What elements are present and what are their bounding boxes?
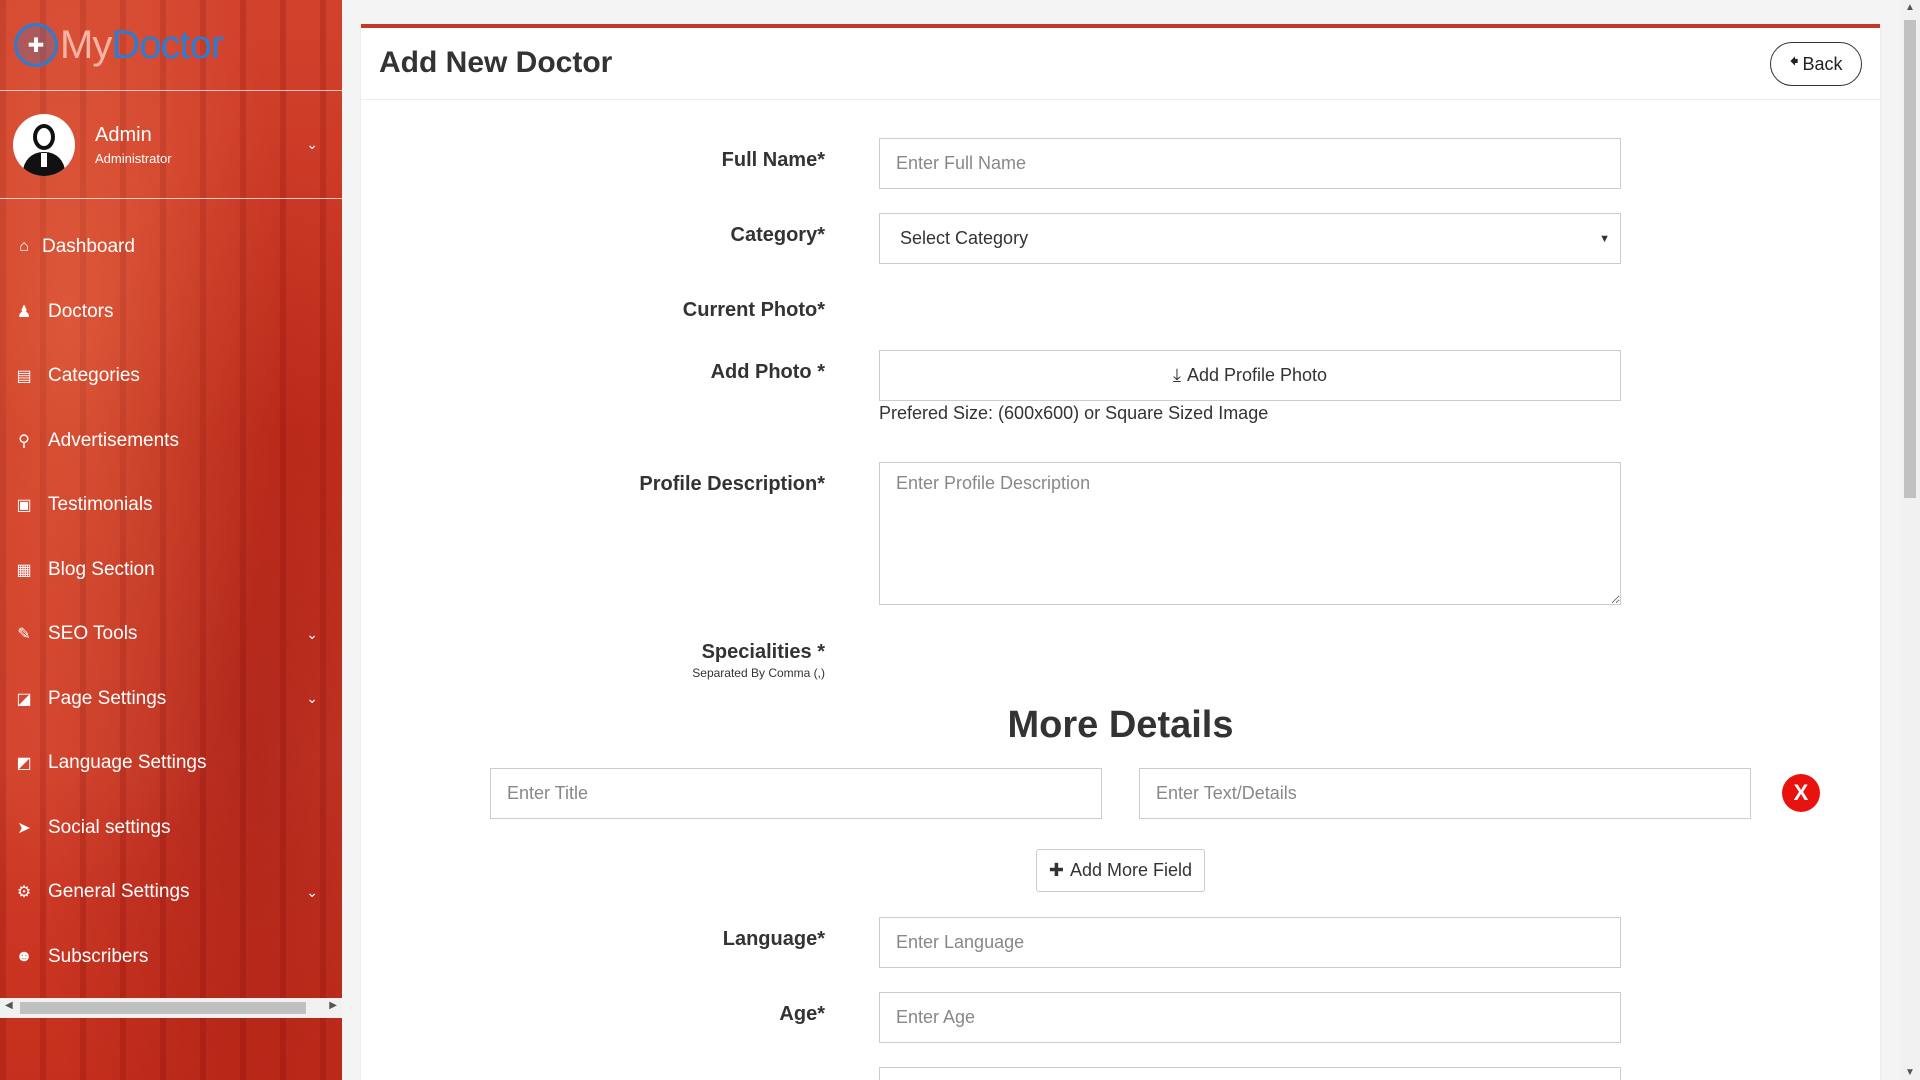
detail-title-input[interactable] — [490, 768, 1102, 819]
scroll-left-icon[interactable]: ◀ — [5, 1000, 13, 1011]
sidebar-item-doctors[interactable]: ♟ Doctors — [0, 280, 342, 345]
sidebar-item-label: Dashboard — [42, 236, 135, 258]
sidebar-item-label: Language Settings — [48, 752, 207, 774]
chevron-down-icon[interactable]: ⌄ — [306, 626, 318, 643]
sidebar-item-seo-tools[interactable]: ✎ SEO Tools ⌄ — [0, 602, 342, 667]
detail-text-input[interactable] — [1139, 768, 1751, 819]
clipboard-icon: ▤ — [16, 368, 32, 386]
paper-plane-icon: ➤ — [17, 819, 31, 837]
full-name-label: Full Name* — [721, 149, 825, 171]
category-selected-value: Select Category — [900, 228, 1029, 248]
specialities-label: Specialities * — [701, 641, 825, 663]
add-more-field-button[interactable]: ✚ Add More Field — [1036, 849, 1205, 892]
sidebar-menu: ⌂ Dashboard ♟ Doctors ▤ Categories ⚲ Advertisem… — [0, 199, 342, 989]
main-panel: Add New Doctor 🠸Back Full Name* Category… — [361, 24, 1880, 1080]
language-icon: ◩ — [16, 755, 32, 773]
age-input[interactable] — [879, 992, 1621, 1043]
sidebar-item-label: Advertisements — [48, 429, 179, 451]
horizontal-scrollbar[interactable]: ◀ ▶ — [0, 998, 342, 1018]
vertical-scrollbar[interactable]: ▲ ▼ — [1900, 0, 1920, 1080]
download-icon: ⤓ — [1172, 365, 1181, 385]
scrollbar-thumb[interactable] — [1904, 20, 1916, 498]
sidebar-item-language-settings[interactable]: ◩ Language Settings — [0, 731, 342, 796]
arrow-left-icon: 🠸 — [1789, 51, 1799, 71]
next-field-input[interactable] — [879, 1067, 1621, 1080]
sidebar-item-dashboard[interactable]: ⌂ Dashboard — [0, 215, 342, 280]
avatar — [13, 113, 75, 176]
sidebar-item-label: Doctors — [48, 300, 114, 322]
category-select[interactable]: Select Category ▼ — [879, 213, 1621, 264]
add-photo-label: Add Photo * — [710, 361, 825, 383]
sidebar: ✚ MyDoctor Admin Administrator ⌄ ⌂ Dashbo… — [0, 0, 342, 1080]
sidebar-item-label: Social settings — [48, 816, 171, 838]
photo-size-hint: Prefered Size: (600x600) or Square Sized… — [879, 403, 1269, 423]
remove-field-button[interactable]: X — [1782, 774, 1820, 812]
scroll-down-icon[interactable]: ▼ — [1905, 1067, 1915, 1078]
sidebar-item-advertisements[interactable]: ⚲ Advertisements — [0, 409, 342, 474]
link-icon: ⚲ — [18, 432, 30, 450]
chevron-down-icon[interactable]: ⌄ — [306, 690, 318, 707]
scrollbar-thumb[interactable] — [20, 1002, 306, 1014]
panel-header: Add New Doctor 🠸 Back — [361, 28, 1880, 100]
language-label: Language* — [722, 928, 825, 950]
sidebar-item-label: Blog Section — [48, 558, 155, 580]
back-label: Back — [1802, 53, 1843, 74]
image-icon: ▣ — [16, 497, 32, 515]
back-button[interactable]: 🠸 Back — [1770, 42, 1862, 86]
profile-description-label: Profile Description* — [639, 473, 825, 495]
sidebar-item-label: General Settings — [48, 881, 190, 903]
language-input[interactable] — [879, 917, 1621, 968]
scroll-right-icon[interactable]: ▶ — [329, 1000, 337, 1011]
brand-logo[interactable]: ✚ MyDoctor — [0, 0, 342, 91]
sidebar-item-label: Categories — [48, 365, 140, 387]
profile-description-textarea[interactable] — [879, 462, 1621, 605]
specialities-hint: Separated By Comma (,) — [692, 666, 825, 680]
sidebar-item-social-settings[interactable]: ➤ Social settings — [0, 796, 342, 861]
chevron-down-icon[interactable]: ⌄ — [306, 136, 318, 153]
page-title: Add New Doctor — [379, 46, 613, 79]
add-more-field-label: Add More Field — [1070, 860, 1193, 880]
sidebar-item-general-settings[interactable]: ⚙ General Settings ⌄ — [0, 860, 342, 925]
current-photo-label: Current Photo* — [682, 299, 825, 321]
sidebar-item-label: Page Settings — [48, 687, 167, 709]
add-profile-photo-button[interactable]: ⤓ Add Profile Photo — [879, 350, 1621, 401]
age-label: Age* — [779, 1003, 825, 1025]
user-panel[interactable]: Admin Administrator ⌄ — [0, 91, 342, 199]
home-icon: ⌂ — [19, 238, 29, 256]
caret-down-icon: ▼ — [1599, 232, 1610, 245]
code-file-icon: ◪ — [16, 690, 32, 708]
sidebar-item-label: Testimonials — [48, 494, 153, 516]
logo-text: MyDoctor — [60, 22, 224, 67]
user-name: Admin — [95, 123, 152, 146]
sidebar-item-blog-section[interactable]: ▦ Blog Section — [0, 538, 342, 603]
chevron-down-icon[interactable]: ⌄ — [306, 884, 318, 901]
plus-icon: ✚ — [1048, 860, 1065, 880]
user-role: Administrator — [95, 150, 172, 166]
sidebar-item-page-settings[interactable]: ◪ Page Settings ⌄ — [0, 667, 342, 732]
full-name-input[interactable] — [879, 138, 1621, 189]
add-profile-photo-label: Add Profile Photo — [1186, 365, 1328, 385]
sidebar-item-categories[interactable]: ▤ Categories — [0, 344, 342, 409]
sidebar-item-label: Subscribers — [48, 945, 149, 967]
more-details-heading: More Details — [1007, 704, 1234, 746]
sidebar-item-subscribers[interactable]: ☻ Subscribers — [0, 925, 342, 990]
file-icon: ▦ — [16, 561, 32, 579]
wrench-icon: ✎ — [17, 626, 31, 644]
category-label: Category* — [730, 224, 825, 246]
sidebar-item-testimonials[interactable]: ▣ Testimonials — [0, 473, 342, 538]
scroll-up-icon[interactable]: ▲ — [1905, 2, 1915, 13]
users-icon: ☻ — [15, 947, 33, 965]
sidebar-item-label: SEO Tools — [48, 623, 138, 645]
cogs-icon: ⚙ — [16, 884, 32, 902]
doctor-icon: ♟ — [16, 303, 32, 321]
logo-icon: ✚ — [14, 23, 58, 67]
